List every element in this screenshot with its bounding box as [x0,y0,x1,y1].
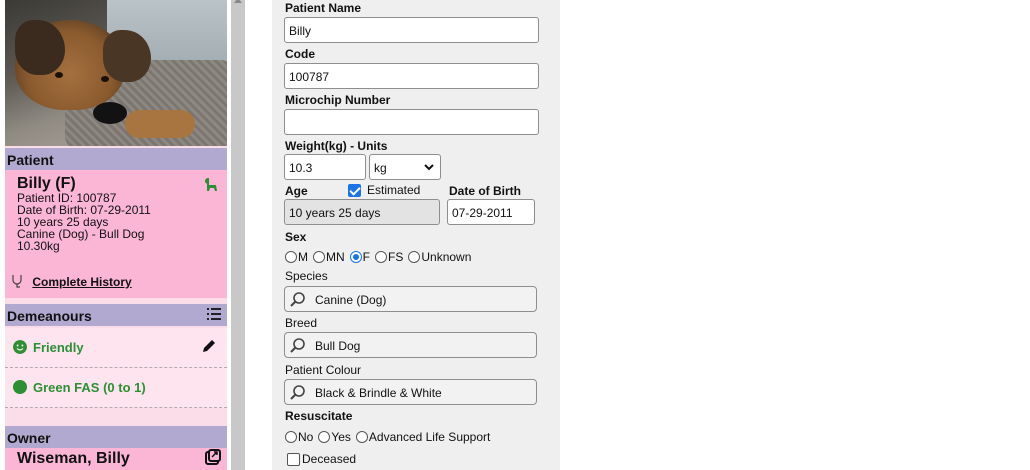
resuscitate-label: Resuscitate [285,409,353,423]
patient-weight-text: 10.30kg [17,239,60,253]
pencil-icon[interactable] [201,338,217,354]
smiley-icon [13,340,27,354]
resuscitate-option-label: Yes [331,430,351,444]
open-external-icon[interactable] [205,449,221,465]
microchip-input[interactable] [284,109,539,135]
deceased-checkbox-row[interactable]: Deceased [287,452,356,466]
breed-label: Breed [285,316,318,330]
search-icon [290,292,305,307]
patient-edit-form: Patient Name Billy Code 100787 Microchip… [272,0,560,470]
patient-section-header: Patient [5,148,227,170]
chevron-down-icon [424,164,434,171]
sex-option-label: F [362,250,371,264]
weight-input[interactable]: 10.3 [284,154,366,180]
sex-option-label: M [298,250,308,264]
resuscitate-radio-no[interactable] [285,431,297,443]
demeanour-label: Friendly [33,340,84,355]
age-label: Age [285,184,308,198]
colour-value: Black & Brindle & White [315,386,442,400]
owner-name: Wiseman, Billy [17,450,130,467]
species-search-field[interactable]: Canine (Dog) [284,286,537,312]
scroll-up-arrow-icon[interactable] [234,0,242,3]
sex-radio-group: M MN F FS Unknown [285,250,476,264]
resuscitate-radio-yes[interactable] [318,431,331,443]
breed-search-field[interactable]: Bull Dog [284,332,537,358]
weight-label: Weight(kg) - Units [285,139,388,153]
demeanour-label: Green FAS (0 to 1) [33,380,146,395]
microchip-label: Microchip Number [285,93,391,107]
patient-summary: Billy (F) Patient ID: 100787 Date of Bir… [5,170,227,298]
deceased-checkbox[interactable] [287,452,300,466]
breed-value: Bull Dog [315,339,361,353]
species-label: Species [285,269,328,283]
demeanours-section-header: Demeanours [5,304,227,326]
green-dot-icon [13,380,27,394]
sex-option-label: FS [388,250,404,264]
code-input[interactable]: 100787 [284,63,539,89]
complete-history-link-row: Complete History [11,274,132,289]
dob-label: Date of Birth [449,184,521,198]
patient-name-label: Patient Name [285,1,362,15]
sidebar-scrollbar[interactable] [231,0,245,470]
demeanours-heading: Demeanours [7,308,92,324]
colour-label: Patient Colour [285,363,362,377]
sex-radio-m[interactable] [285,251,297,263]
patient-sidebar: Patient Billy (F) Patient ID: 100787 Dat… [5,0,227,470]
complete-history-link[interactable]: Complete History [32,275,131,289]
owner-section-header: Owner [5,426,227,448]
estimated-checkbox-row[interactable]: Estimated [348,183,420,197]
sex-radio-mn[interactable] [313,251,325,263]
sex-option-label: Unknown [421,250,472,264]
patient-name-input[interactable]: Billy [284,17,539,43]
patient-photo [5,0,227,146]
sex-option-label: MN [326,250,345,264]
code-label: Code [285,47,315,61]
colour-search-field[interactable]: Black & Brindle & White [284,379,537,405]
unit-select-value: kg [374,161,387,175]
resuscitate-option-label: Advanced Life Support [368,430,491,444]
patient-name-heading: Billy (F) [17,175,76,192]
search-icon [290,338,305,353]
sex-radio-fs[interactable] [375,251,388,263]
species-value: Canine (Dog) [315,293,387,307]
resuscitate-radio-group: No Yes Advanced Life Support [285,430,495,444]
demeanour-item: Friendly [5,328,227,368]
demeanour-item: Green FAS (0 to 1) [5,368,227,408]
dog-icon [205,178,217,191]
resuscitate-radio-als[interactable] [355,431,368,443]
list-icon[interactable] [207,308,221,320]
estimated-checkbox[interactable] [348,183,361,197]
sex-radio-unknown[interactable] [408,251,421,263]
search-icon [290,385,305,400]
sex-label: Sex [285,230,307,244]
sex-radio-f[interactable] [349,251,362,263]
unit-select[interactable]: kg [369,154,441,180]
dob-input[interactable]: 07-29-2011 [447,199,535,225]
resuscitate-option-label: No [298,430,314,444]
age-input: 10 years 25 days [284,199,440,225]
deceased-label: Deceased [302,452,357,466]
owner-row: Wiseman, Billy [5,448,227,470]
stethoscope-icon [12,275,22,288]
estimated-label: Estimated [367,183,421,197]
